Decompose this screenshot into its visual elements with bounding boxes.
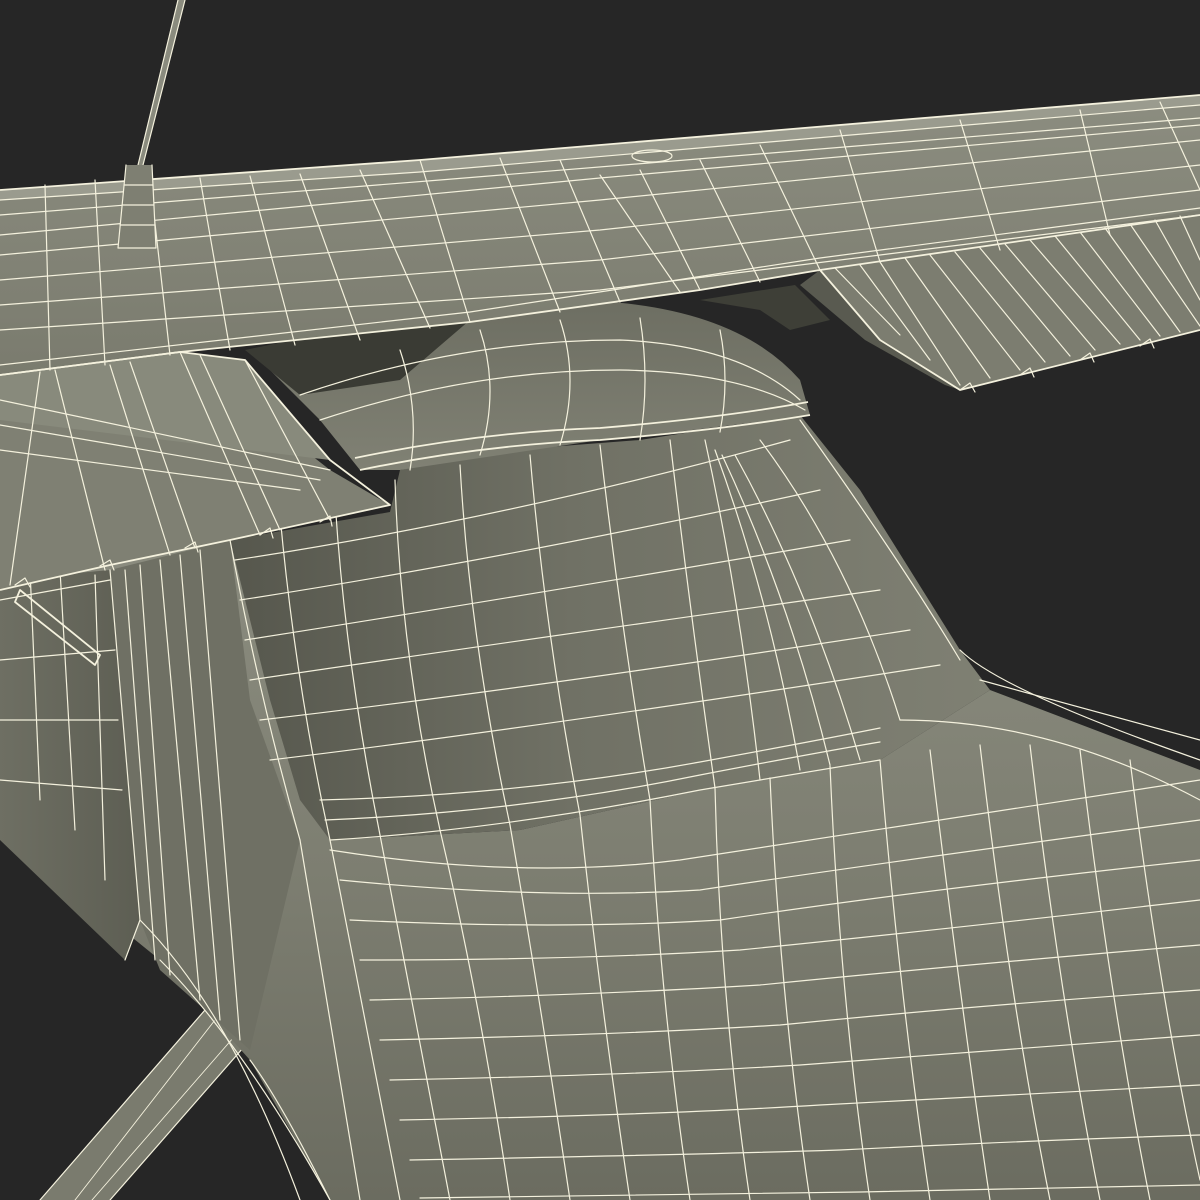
aircraft-wireframe-render bbox=[0, 0, 1200, 1200]
